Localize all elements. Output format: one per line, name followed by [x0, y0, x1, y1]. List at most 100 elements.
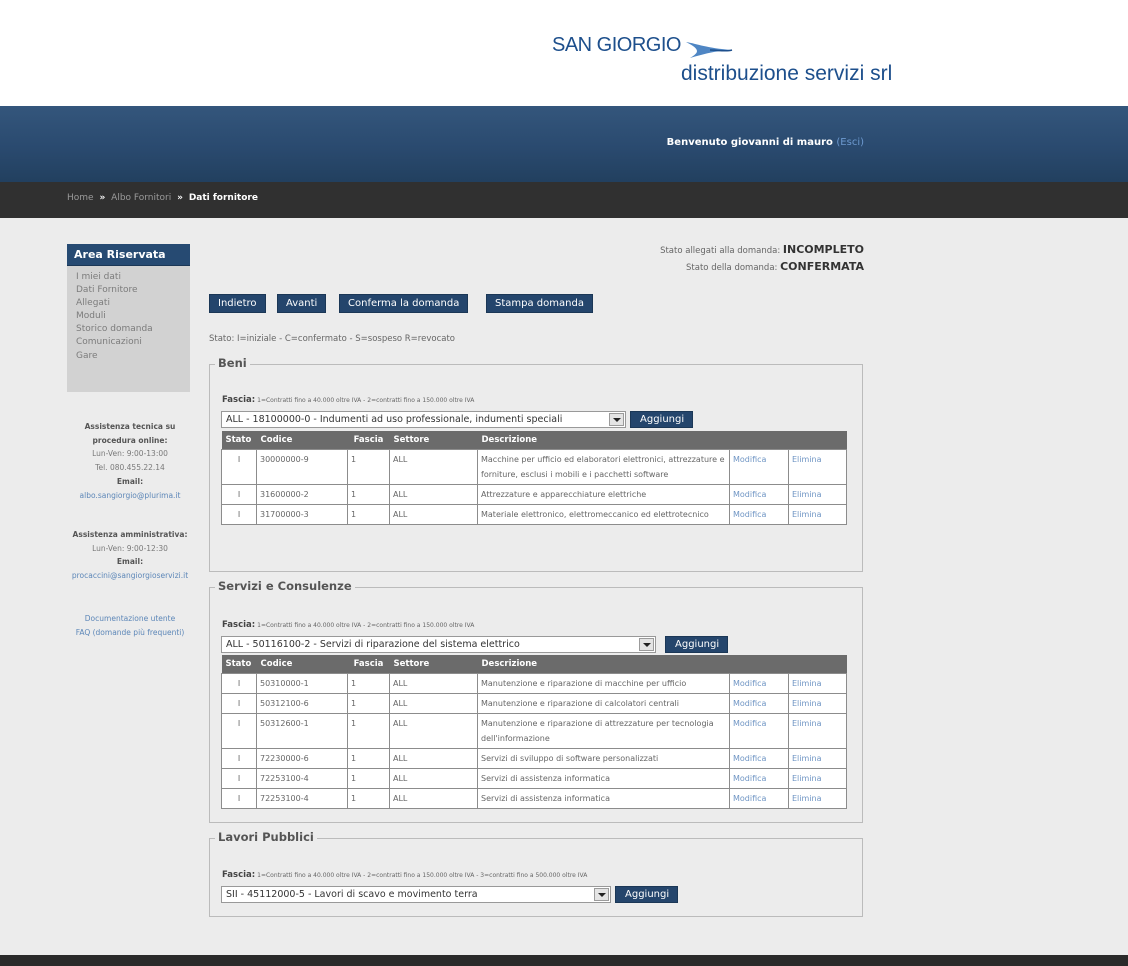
cell-codice: 50310000-1	[256, 672, 348, 694]
admin-support-email-link[interactable]: procaccini@sangiorgioservizi.it	[72, 571, 188, 580]
cell-stato: I	[221, 448, 257, 485]
print-application-button[interactable]: Stampa domanda	[486, 294, 593, 313]
edit-link[interactable]: Modifica	[733, 455, 766, 464]
table-header-row: Stato Codice Fascia Settore Descrizione	[221, 655, 847, 673]
sidebar-item-dati-fornitore[interactable]: Dati Fornitore	[76, 284, 190, 297]
cell-descrizione: Servizi di sviluppo di software personal…	[477, 747, 730, 769]
chevron-down-icon[interactable]	[594, 888, 609, 901]
cell-stato: I	[221, 787, 257, 809]
attachments-status-value: INCOMPLETO	[782, 243, 864, 256]
cell-fascia: 1	[347, 767, 390, 789]
cell-descrizione: Manutenzione e riparazione di calcolator…	[477, 692, 730, 714]
fascia-note-text: 1=Contratti fino a 40.000 oltre IVA - 2=…	[257, 622, 475, 629]
cell-elimina: Elimina	[788, 692, 847, 714]
cell-stato: I	[221, 747, 257, 769]
cell-stato: I	[221, 503, 257, 525]
delete-link[interactable]: Elimina	[792, 774, 822, 783]
delete-link[interactable]: Elimina	[792, 794, 822, 803]
delete-link[interactable]: Elimina	[792, 490, 822, 499]
cell-elimina: Elimina	[788, 448, 847, 485]
edit-link[interactable]: Modifica	[733, 699, 766, 708]
servizi-add-button[interactable]: Aggiungi	[665, 636, 729, 653]
delete-link[interactable]: Elimina	[792, 699, 822, 708]
cell-elimina: Elimina	[788, 672, 847, 694]
cell-modifica: Modifica	[729, 672, 789, 694]
faq-link[interactable]: FAQ (domande più frequenti)	[76, 628, 185, 637]
cell-modifica: Modifica	[729, 712, 789, 749]
chevron-down-icon[interactable]	[639, 638, 654, 651]
edit-link[interactable]: Modifica	[733, 719, 766, 728]
attachments-status-label: Stato allegati alla domanda:	[660, 246, 781, 256]
sidebar-item-comunicazioni[interactable]: Comunicazioni	[76, 336, 190, 349]
application-status: Stato allegati alla domanda: INCOMPLETO …	[660, 242, 864, 276]
delete-link[interactable]: Elimina	[792, 719, 822, 728]
lavori-category-select[interactable]: SII - 45112000-5 - Lavori di scavo e mov…	[221, 886, 611, 903]
tech-support-email-link[interactable]: albo.sangiorgio@plurima.it	[80, 491, 181, 500]
sidebar-item-allegati[interactable]: Allegati	[76, 297, 190, 310]
admin-support-email-label: Email:	[116, 557, 144, 567]
cell-fascia: 1	[347, 692, 390, 714]
cell-codice: 72230000-6	[256, 747, 348, 769]
sidebar-item-miei-dati[interactable]: I miei dati	[76, 271, 190, 284]
admin-support-hours: Lun-Ven: 9:00-12:30	[92, 543, 168, 553]
breadcrumb-current: Dati fornitore	[188, 193, 258, 203]
logout-link[interactable]: (Esci)	[836, 137, 864, 148]
table-header-row: Stato Codice Fascia Settore Descrizione	[221, 431, 847, 449]
sidebar-item-gare[interactable]: Gare	[76, 350, 190, 363]
cell-fascia: 1	[347, 483, 390, 505]
user-docs-link[interactable]: Documentazione utente	[85, 614, 175, 623]
beni-add-button[interactable]: Aggiungi	[630, 411, 694, 428]
tech-support-email-label: Email:	[116, 476, 144, 486]
cell-modifica: Modifica	[729, 787, 789, 809]
delete-link[interactable]: Elimina	[792, 754, 822, 763]
breadcrumb-bar: Home » Albo Fornitori » Dati fornitore	[0, 182, 1128, 218]
cell-stato: I	[221, 483, 257, 505]
cell-descrizione: Macchine per ufficio ed elaboratori elet…	[477, 448, 730, 485]
table-row: I 72253100-4 1 ALL Servizi di assistenza…	[221, 787, 847, 809]
edit-link[interactable]: Modifica	[733, 679, 766, 688]
column-header-settore: Settore	[389, 431, 478, 449]
edit-link[interactable]: Modifica	[733, 490, 766, 499]
breadcrumb-home[interactable]: Home	[67, 193, 94, 203]
cell-elimina: Elimina	[788, 787, 847, 809]
welcome-text: Benvenuto giovanni di mauro	[666, 137, 833, 148]
cell-fascia: 1	[347, 787, 390, 809]
cell-descrizione: Manutenzione e riparazione di attrezzatu…	[477, 712, 730, 749]
edit-link[interactable]: Modifica	[733, 794, 766, 803]
breadcrumb-albo[interactable]: Albo Fornitori	[111, 193, 171, 203]
sidebar-item-moduli[interactable]: Moduli	[76, 310, 190, 323]
servizi-category-select[interactable]: ALL - 50116100-2 - Servizi di riparazion…	[221, 636, 656, 653]
table-row: I 31700000-3 1 ALL Materiale elettronico…	[221, 503, 847, 525]
tech-support-phone: Tel. 080.455.22.14	[95, 463, 165, 473]
column-header-stato: Stato	[221, 655, 257, 673]
cell-elimina: Elimina	[788, 483, 847, 505]
cell-settore: ALL	[389, 503, 478, 525]
breadcrumb-separator: »	[99, 193, 106, 203]
delete-link[interactable]: Elimina	[792, 679, 822, 688]
edit-link[interactable]: Modifica	[733, 510, 766, 519]
cell-fascia: 1	[347, 747, 390, 769]
edit-link[interactable]: Modifica	[733, 754, 766, 763]
cell-elimina: Elimina	[788, 712, 847, 749]
next-button[interactable]: Avanti	[277, 294, 327, 313]
application-status-label: Stato della domanda:	[686, 263, 778, 273]
table-row: I 31600000-2 1 ALL Attrezzature e appare…	[221, 483, 847, 505]
chevron-down-icon[interactable]	[609, 413, 624, 426]
edit-link[interactable]: Modifica	[733, 774, 766, 783]
sidebar-item-storico-domanda[interactable]: Storico domanda	[76, 323, 190, 336]
cell-descrizione: Servizi di assistenza informatica	[477, 787, 730, 809]
cell-modifica: Modifica	[729, 448, 789, 485]
beni-category-select[interactable]: ALL - 18100000-0 - Indumenti ad uso prof…	[221, 411, 626, 428]
cell-elimina: Elimina	[788, 747, 847, 769]
beni-fascia-note: Fascia: 1=Contratti fino a 40.000 oltre …	[222, 395, 474, 405]
cell-settore: ALL	[389, 747, 478, 769]
back-button[interactable]: Indietro	[209, 294, 266, 313]
breadcrumb-separator: »	[177, 193, 183, 203]
fascia-note-text: 1=Contratti fino a 40.000 oltre IVA - 2=…	[257, 397, 475, 404]
confirm-application-button[interactable]: Conferma la domanda	[339, 294, 469, 313]
delete-link[interactable]: Elimina	[792, 510, 822, 519]
column-header-codice: Codice	[256, 431, 348, 449]
delete-link[interactable]: Elimina	[792, 455, 822, 464]
lavori-add-button[interactable]: Aggiungi	[615, 886, 679, 903]
cell-stato: I	[221, 712, 257, 749]
